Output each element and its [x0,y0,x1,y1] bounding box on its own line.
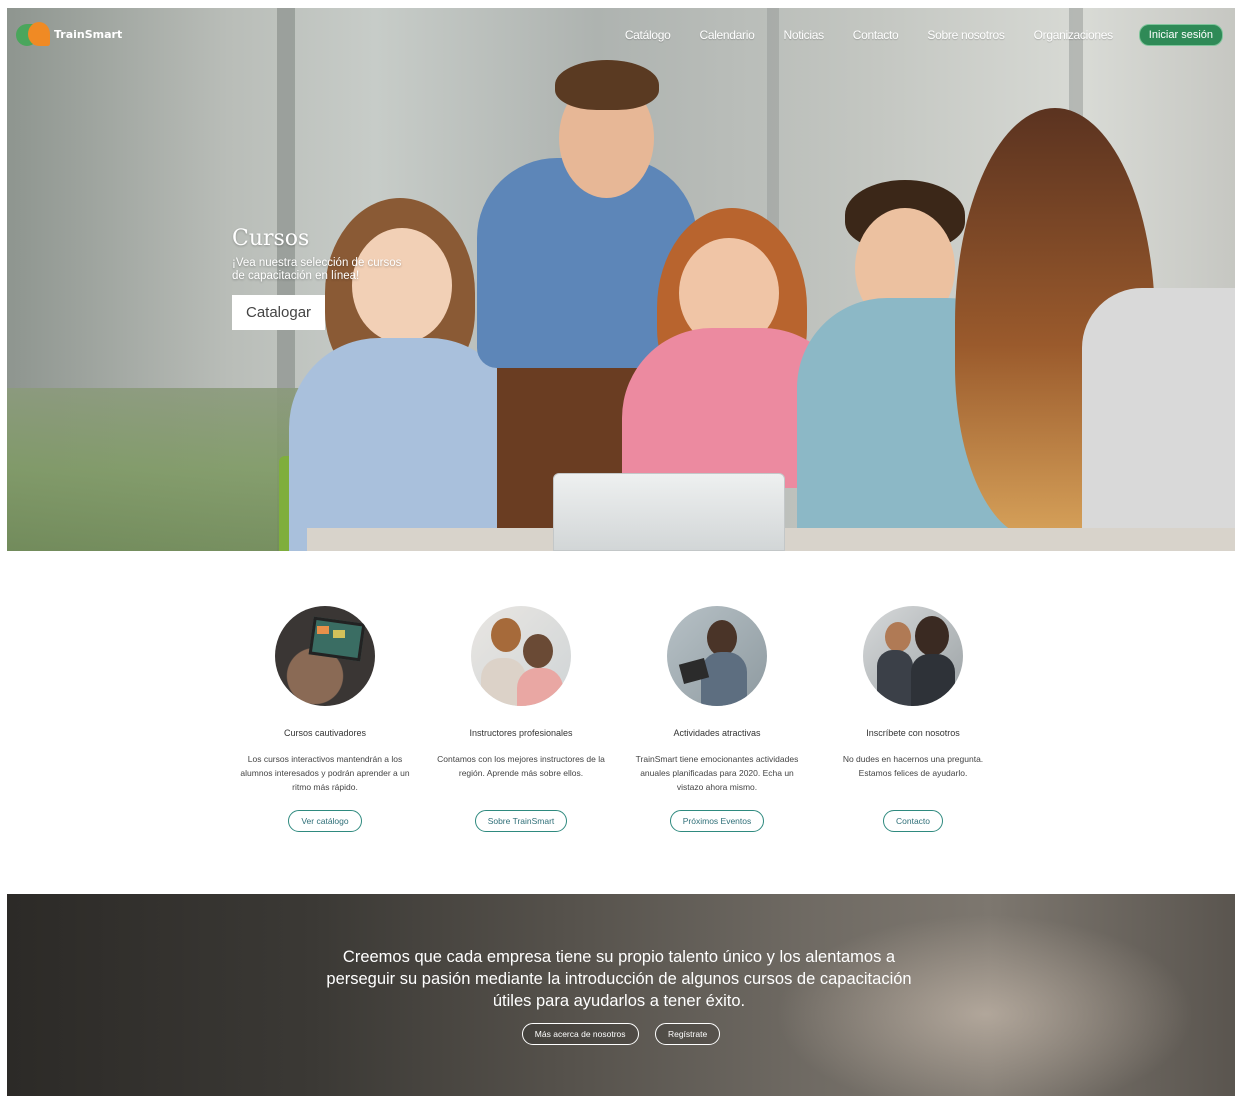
view-catalog-button[interactable]: Ver catálogo [288,810,362,832]
nav-link-organizaciones[interactable]: Organizaciones [1034,28,1113,42]
feature-title: Actividades atractivas [673,728,761,738]
register-button[interactable]: Regístrate [654,1023,721,1045]
feature-title: Instructores profesionales [469,728,573,738]
mission-band: Creemos que cada empresa tiene su propio… [7,894,1235,1096]
instructors-icon [471,606,571,706]
hero-content: Cursos ¡Vea nuestra selección de cursos … [232,226,412,330]
feature-description: TrainSmart tiene emocionantes actividade… [635,754,799,792]
nav-link-catalogo[interactable]: Catálogo [625,28,671,42]
hero-subtitle: ¡Vea nuestra selección de cursos de capa… [232,257,402,282]
logo-text: TrainSmart [54,27,123,41]
catalog-button[interactable]: Catalogar [232,295,326,330]
about-us-button[interactable]: Más acerca de nosotros [521,1023,639,1045]
features-section: Cursos cautivadores Los cursos interacti… [7,551,1235,894]
feature-description: Los cursos interactivos mantendrán a los… [240,754,410,792]
top-nav: TrainSmart Catálogo Calendario Noticias … [7,8,1235,60]
feature-description: Contamos con los mejores instructores de… [437,754,605,778]
nav-link-sobre-nosotros[interactable]: Sobre nosotros [927,28,1004,42]
laptop-icon [275,606,375,706]
feature-description: No dudes en hacernos una pregunta. Estam… [842,754,984,778]
tablet-headphones-icon [667,606,767,706]
upcoming-events-button[interactable]: Próximos Eventos [669,810,765,832]
feature-card: Cursos cautivadores Los cursos interacti… [240,606,410,832]
laptop [553,473,785,551]
hero-banner: Cursos ¡Vea nuestra selección de cursos … [7,8,1235,551]
nav-link-contacto[interactable]: Contacto [853,28,899,42]
contact-button[interactable]: Contacto [882,810,944,832]
feature-card: Inscríbete con nosotros No dudes en hace… [828,606,998,832]
mission-text: Creemos que cada empresa tiene su propio… [326,948,912,1010]
feature-card: Instructores profesionales Contamos con … [436,606,606,832]
feature-card: Actividades atractivas TrainSmart tiene … [632,606,802,832]
logo[interactable]: TrainSmart [16,20,122,48]
page: Cursos ¡Vea nuestra selección de cursos … [7,8,1235,1096]
team-icon [863,606,963,706]
feature-title: Inscríbete con nosotros [866,728,960,738]
logo-icon [16,20,52,48]
hero-title: Cursos [232,226,310,251]
feature-title: Cursos cautivadores [283,728,367,738]
band-buttons: Más acerca de nosotros Regístrate [7,1023,1235,1045]
nav-link-noticias[interactable]: Noticias [784,28,825,42]
about-trainsmart-button[interactable]: Sobre TrainSmart [474,810,568,832]
login-button[interactable]: Iniciar sesión [1138,24,1223,46]
nav-links: Catálogo Calendario Noticias Contacto So… [596,24,1223,46]
nav-link-calendario[interactable]: Calendario [699,28,754,42]
